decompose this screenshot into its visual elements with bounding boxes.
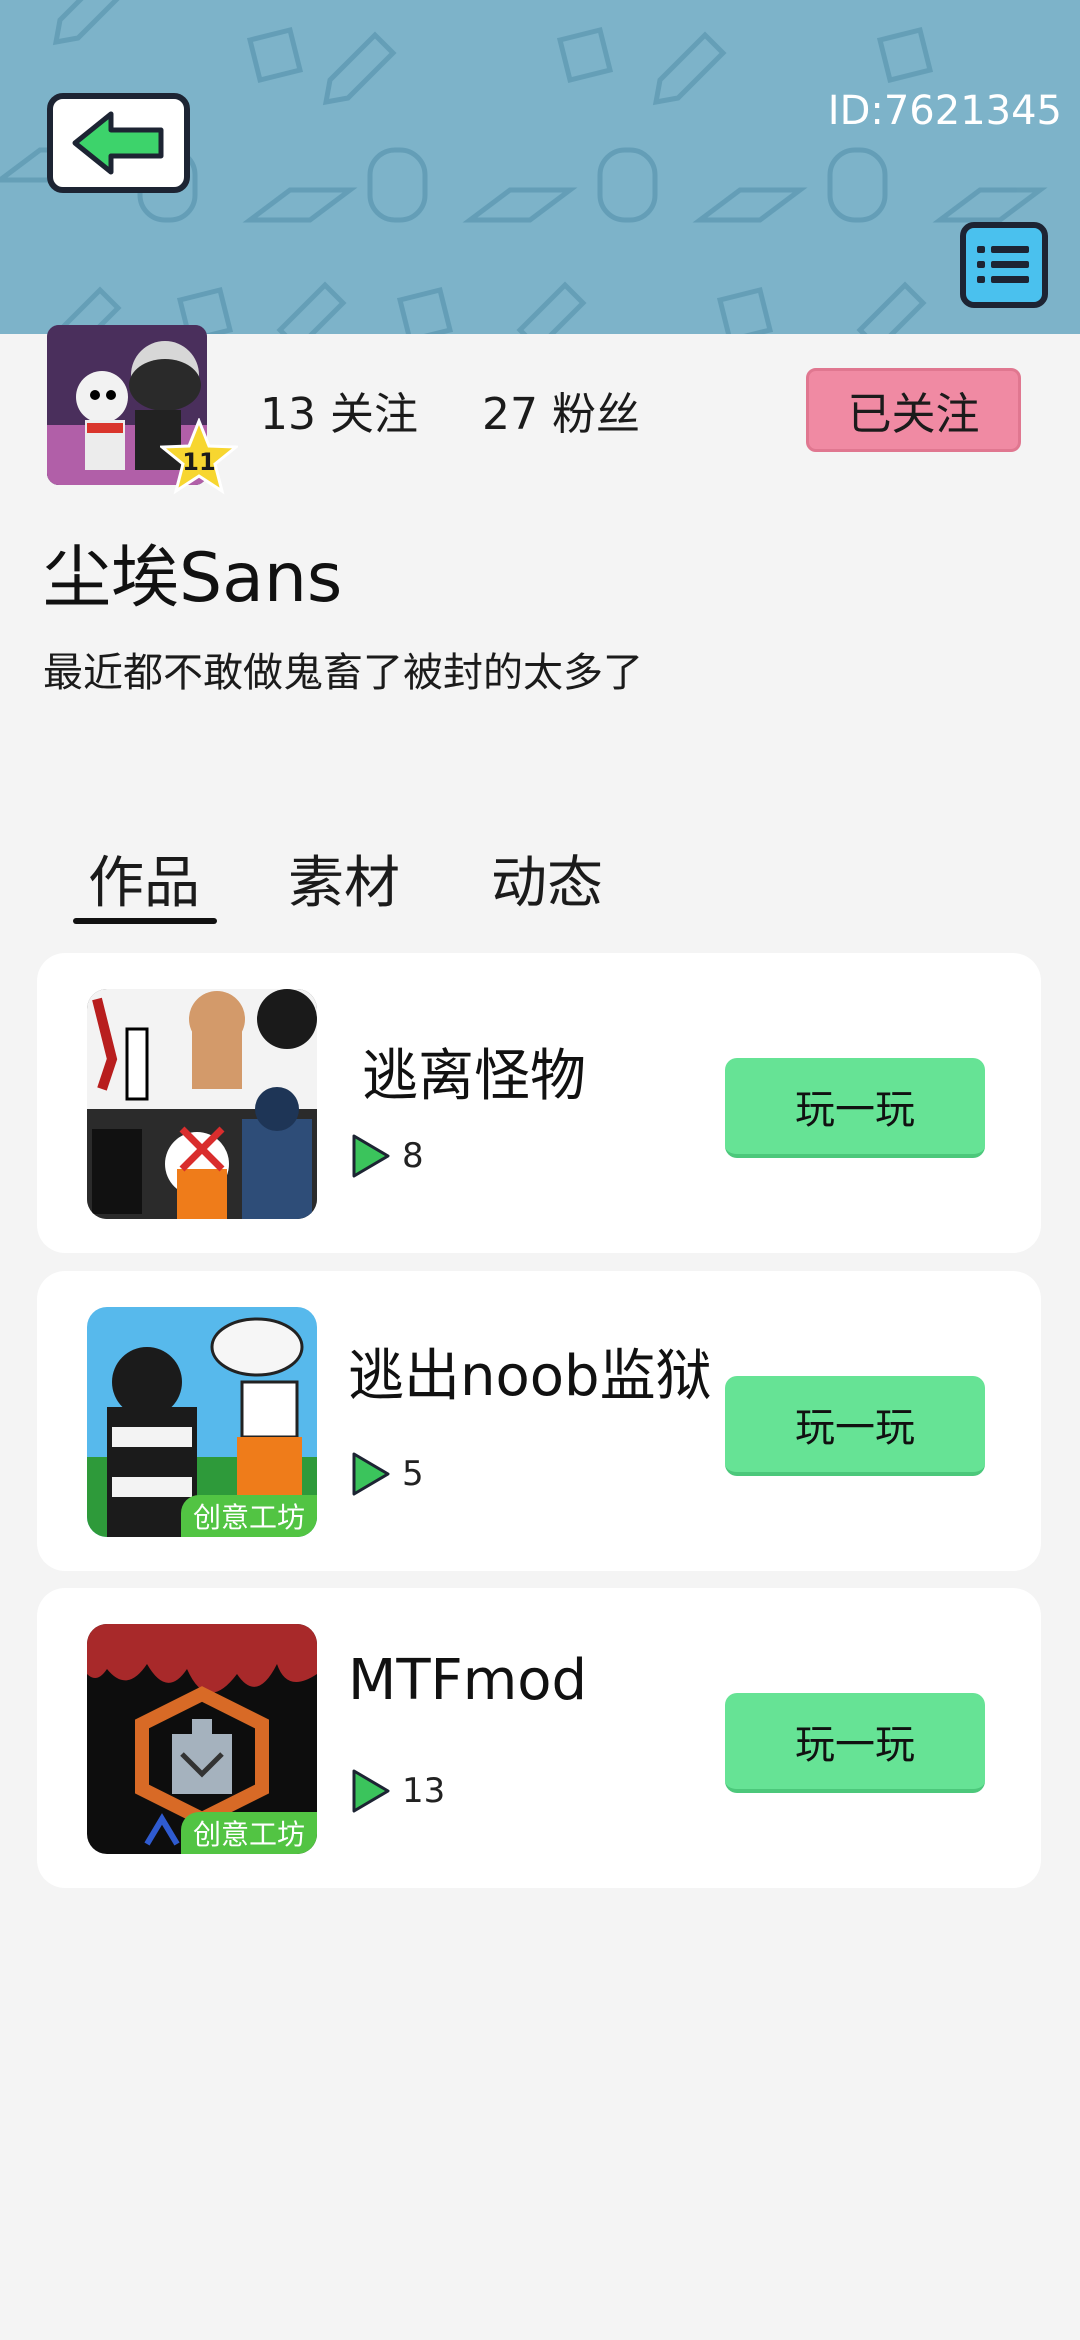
- work-card[interactable]: 创意工坊 MTFmod 13 玩一玩: [37, 1588, 1041, 1888]
- play-count-row: 13: [350, 1766, 445, 1816]
- profile-banner: ID:7621345: [0, 0, 1080, 334]
- tab-moments[interactable]: 动态: [491, 838, 603, 919]
- play-button[interactable]: 玩一玩: [725, 1693, 985, 1793]
- level-number: 11: [182, 448, 215, 476]
- play-count-row: 8: [350, 1131, 424, 1181]
- play-triangle-icon: [352, 1134, 390, 1178]
- play-triangle-icon: [352, 1769, 390, 1813]
- arrow-left-icon: [72, 111, 163, 175]
- bio: 最近都不敢做鬼畜了被封的太多了: [43, 650, 643, 696]
- play-count: 13: [402, 1771, 446, 1811]
- play-count: 8: [402, 1136, 424, 1176]
- work-thumbnail: 创意工坊: [87, 1624, 317, 1854]
- play-button[interactable]: 玩一玩: [725, 1376, 985, 1476]
- follow-button[interactable]: 已关注: [806, 368, 1021, 452]
- list-menu-icon: [977, 246, 1029, 283]
- tab-materials[interactable]: 素材: [288, 838, 400, 919]
- play-triangle-icon: [352, 1452, 390, 1496]
- work-thumbnail: [87, 989, 317, 1219]
- workshop-badge: 创意工坊: [181, 1495, 317, 1537]
- workshop-badge: 创意工坊: [181, 1812, 317, 1854]
- active-tab-indicator: [73, 918, 217, 924]
- work-title: 逃出noob监狱: [348, 1344, 712, 1409]
- play-button[interactable]: 玩一玩: [725, 1058, 985, 1158]
- work-title: 逃离怪物: [362, 1044, 586, 1109]
- username: 尘埃Sans: [43, 539, 343, 618]
- work-title: MTFmod: [348, 1648, 588, 1713]
- menu-button[interactable]: [960, 222, 1048, 308]
- work-thumbnail: 创意工坊: [87, 1307, 317, 1537]
- following-count[interactable]: 13 关注: [260, 378, 418, 442]
- level-star-icon: 11: [160, 418, 238, 495]
- work-card[interactable]: 逃离怪物 8 玩一玩: [37, 953, 1041, 1253]
- back-button[interactable]: [47, 93, 190, 193]
- fans-count[interactable]: 27 粉丝: [482, 378, 640, 442]
- play-count: 5: [402, 1454, 424, 1494]
- work-card[interactable]: 创意工坊 逃出noob监狱 5 玩一玩: [37, 1271, 1041, 1571]
- play-count-row: 5: [350, 1449, 424, 1499]
- tab-works[interactable]: 作品: [88, 838, 200, 919]
- user-id: ID:7621345: [827, 88, 1062, 134]
